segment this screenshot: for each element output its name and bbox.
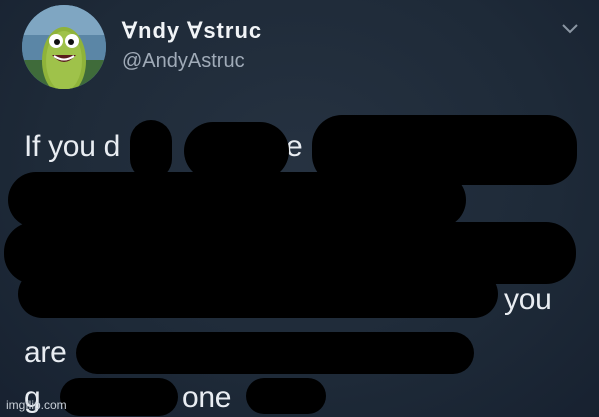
tweet-text-fragment: you xyxy=(504,283,552,316)
redaction-mark xyxy=(130,120,172,180)
redaction-mark xyxy=(18,270,498,318)
redaction-mark xyxy=(246,378,326,414)
tweet-text-fragment: one xyxy=(182,381,232,414)
tweet-text-fragment: If you d xyxy=(24,130,120,163)
tweet-text-fragment: are xyxy=(24,336,67,369)
watermark: imgflip.com xyxy=(6,398,67,412)
chevron-down-icon[interactable] xyxy=(560,22,580,36)
display-name[interactable]: ∀ndy ∀struc xyxy=(122,18,262,44)
cartoon-pickle-avatar-icon xyxy=(22,5,106,89)
redaction-mark xyxy=(76,332,474,374)
redaction-mark xyxy=(8,172,466,228)
profile-avatar[interactable] xyxy=(22,5,106,89)
user-handle[interactable]: @AndyAstruc xyxy=(122,50,245,73)
redaction-mark xyxy=(60,378,178,416)
